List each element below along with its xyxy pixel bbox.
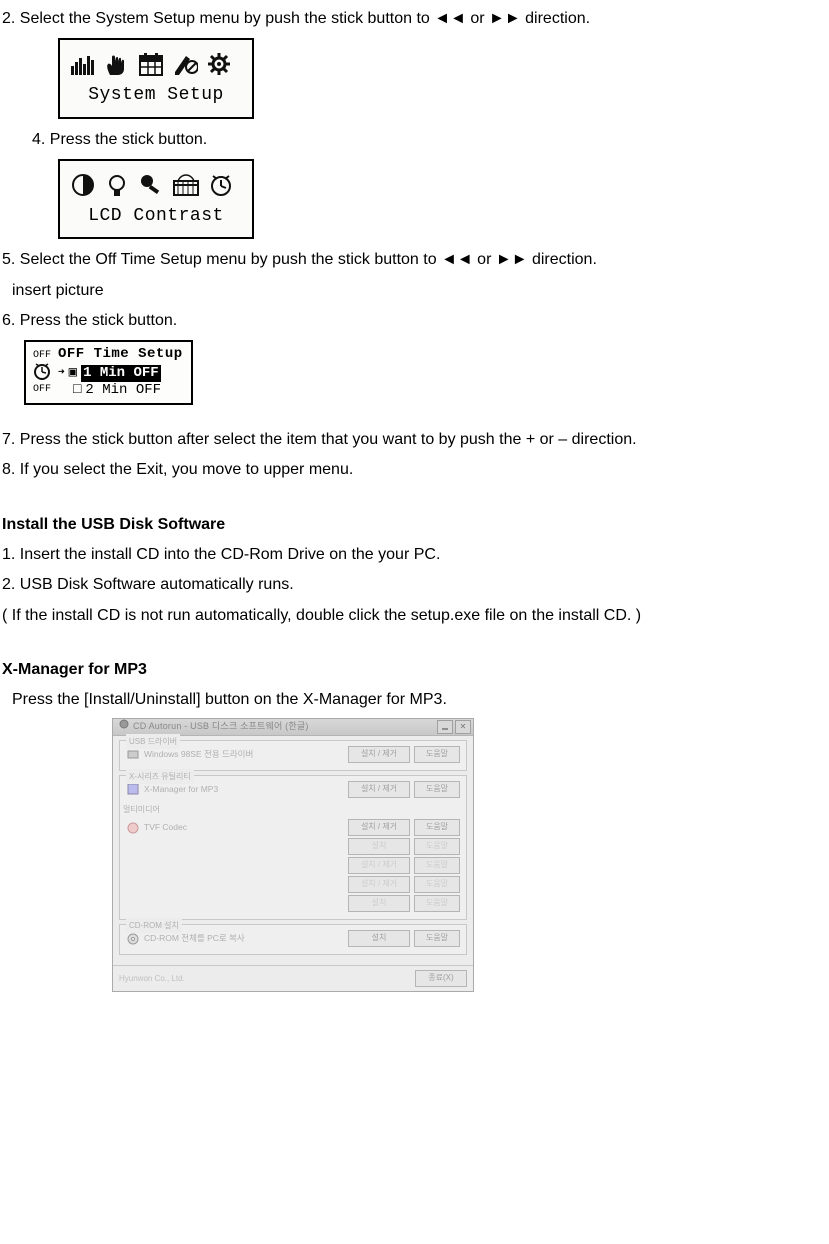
help-button[interactable]: 도움말 xyxy=(414,746,460,763)
g2r2-item: TVF Codec xyxy=(144,819,344,835)
group3-label: CD-ROM 설치 xyxy=(126,918,182,933)
heading-install: Install the USB Disk Software xyxy=(2,510,822,540)
help-button-disabled: 도움말 xyxy=(414,876,460,893)
app-icon xyxy=(119,718,129,735)
hand-icon xyxy=(104,52,130,76)
install-button[interactable]: 설치 xyxy=(348,930,410,947)
help-button-disabled: 도움말 xyxy=(414,895,460,912)
off-side-bottom: OFF xyxy=(33,385,51,395)
contrast-icon xyxy=(70,173,96,197)
install-remove-button[interactable]: 설치 / 제거 xyxy=(348,819,410,836)
help-button[interactable]: 도움말 xyxy=(414,819,460,836)
group1-label: USB 드라이버 xyxy=(126,734,180,749)
group2-label: X-시리즈 유틸리티 xyxy=(126,769,194,784)
cdrom-icon xyxy=(126,933,140,945)
install-step-2: 2. USB Disk Software automatically runs. xyxy=(2,570,822,600)
clock-icon xyxy=(32,361,52,385)
lcd-system-setup: System Setup xyxy=(58,38,254,118)
off-side-top: OFF xyxy=(33,351,51,361)
company-label: Hyunwon Co., Ltd. xyxy=(119,971,411,986)
gear-icon xyxy=(206,52,232,76)
close-button[interactable]: ✕ xyxy=(455,720,471,734)
xmanager-text: Press the [Install/Uninstall] button on … xyxy=(12,685,822,715)
calendar-icon xyxy=(138,52,164,76)
step-5-text: 5. Select the Off Time Setup menu by pus… xyxy=(2,245,822,275)
group-cdrom: CD-ROM 설치 CD-ROM 전체를 PC로 복사 설치 도움말 xyxy=(119,924,467,955)
multimedia-label: 멀티미디어 xyxy=(123,802,460,817)
lcd-contrast: LCD Contrast xyxy=(58,159,254,239)
pen-block-icon xyxy=(172,52,198,76)
install-remove-button[interactable]: 설치 / 제거 xyxy=(348,746,410,763)
lcd-off-time: OFF OFF OFF Time Setup ➜ ▣ 1 Min OFF □ 2… xyxy=(24,340,193,404)
equalizer-icon xyxy=(70,52,96,76)
driver-icon xyxy=(126,748,140,760)
install-button-disabled: 설치 xyxy=(348,895,410,912)
insert-picture-text: insert picture xyxy=(12,276,822,306)
installer-footer: Hyunwon Co., Ltd. 종료(X) xyxy=(113,965,473,991)
step-7-text: 7. Press the stick button after select t… xyxy=(2,425,822,455)
lcd2-label: LCD Contrast xyxy=(60,199,252,237)
install-remove-button-disabled: 설치 / 제거 xyxy=(348,876,410,893)
install-step-1: 1. Insert the install CD into the CD-Rom… xyxy=(2,540,822,570)
heading-xmanager: X-Manager for MP3 xyxy=(2,655,822,685)
checkbox-filled-icon: ▣ xyxy=(69,365,77,382)
install-button-disabled: 설치 xyxy=(348,838,410,855)
help-button[interactable]: 도움말 xyxy=(414,781,460,798)
install-remove-button[interactable]: 설치 / 제거 xyxy=(348,781,410,798)
checkbox-empty-icon: □ xyxy=(73,382,81,399)
install-remove-button-disabled: 설치 / 제거 xyxy=(348,857,410,874)
step-8-text: 8. If you select the Exit, you move to u… xyxy=(2,455,822,485)
installer-title: CD Autorun - USB 디스크 소프트웨어 (한글) xyxy=(133,718,435,735)
help-button-disabled: 도움말 xyxy=(414,838,460,855)
installer-window: CD Autorun - USB 디스크 소프트웨어 (한글) ✕ USB 드라… xyxy=(112,718,474,992)
off-opt1: 1 Min OFF xyxy=(81,365,161,382)
codec-icon xyxy=(126,822,140,834)
step-2-text: 2. Select the System Setup menu by push … xyxy=(2,4,822,34)
install-note: ( If the install CD is not run automatic… xyxy=(2,601,822,631)
radio-icon xyxy=(172,173,200,197)
clock-icon xyxy=(208,173,234,197)
off-opt2: 2 Min OFF xyxy=(85,382,161,399)
group-x-utilities: X-시리즈 유틸리티 X-Manager for MP3 설치 / 제거 도움말… xyxy=(119,775,467,920)
help-button[interactable]: 도움말 xyxy=(414,930,460,947)
off-title: OFF Time Setup xyxy=(58,346,183,363)
lcd1-label: System Setup xyxy=(60,78,252,116)
mic-icon xyxy=(138,173,164,197)
group-usb-driver: USB 드라이버 Windows 98SE 전용 드라이버 설치 / 제거 도움… xyxy=(119,740,467,771)
minimize-button[interactable] xyxy=(437,720,453,734)
xmanager-icon xyxy=(126,783,140,795)
exit-button[interactable]: 종료(X) xyxy=(415,970,467,987)
help-button-disabled: 도움말 xyxy=(414,857,460,874)
step-6-text: 6. Press the stick button. xyxy=(2,306,822,336)
bulb-icon xyxy=(104,173,130,197)
arrow-right-icon: ➜ xyxy=(58,368,65,379)
step-4-text: 4. Press the stick button. xyxy=(32,125,822,155)
